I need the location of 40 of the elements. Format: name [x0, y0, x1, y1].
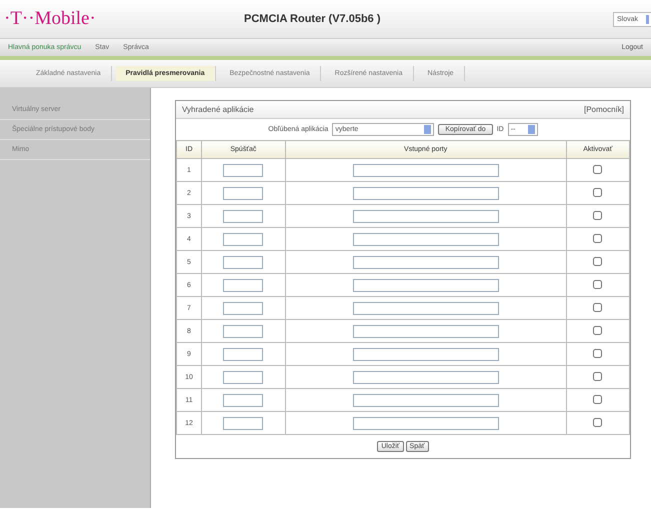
- enable-checkbox[interactable]: [593, 418, 602, 426]
- trigger-input[interactable]: [223, 186, 264, 200]
- enable-checkbox[interactable]: [593, 394, 602, 404]
- enable-checkbox[interactable]: [593, 280, 602, 288]
- ports-input[interactable]: [352, 302, 499, 314]
- trigger-input[interactable]: [223, 302, 264, 314]
- trigger-input[interactable]: [223, 164, 264, 176]
- trigger-input[interactable]: [223, 232, 264, 246]
- trigger-input[interactable]: [223, 256, 264, 268]
- enable-checkbox[interactable]: [593, 302, 602, 312]
- enable-checkbox[interactable]: [593, 234, 602, 242]
- enable-checkbox[interactable]: [593, 326, 602, 334]
- logo: ·T··Mobile·: [4, 8, 97, 30]
- enable-checkbox[interactable]: [593, 188, 602, 196]
- ports-input[interactable]: [352, 370, 499, 384]
- ports-input[interactable]: [352, 394, 499, 406]
- ports-input[interactable]: [352, 278, 499, 292]
- trigger-input[interactable]: [223, 370, 264, 384]
- window-title: PCMCIA Router (V7.05b6 ): [244, 13, 382, 25]
- trigger-input[interactable]: [223, 416, 264, 430]
- ports-input[interactable]: [352, 256, 499, 268]
- ports-input[interactable]: [352, 186, 499, 200]
- ports-input[interactable]: [352, 164, 499, 176]
- help-link[interactable]: [Pomocník]: [584, 105, 624, 114]
- trigger-input[interactable]: [223, 348, 264, 360]
- enable-checkbox[interactable]: [593, 164, 602, 174]
- enable-checkbox[interactable]: [593, 210, 602, 220]
- ports-input[interactable]: [352, 416, 499, 430]
- trigger-input[interactable]: [223, 210, 264, 222]
- panel-title: Vyhradené aplikácie: [182, 105, 254, 114]
- ports-input[interactable]: [352, 348, 499, 360]
- enable-checkbox[interactable]: [593, 348, 602, 358]
- trigger-input[interactable]: [223, 324, 264, 338]
- ports-input[interactable]: [352, 210, 499, 222]
- ports-input[interactable]: [352, 324, 499, 338]
- enable-checkbox[interactable]: [593, 256, 602, 266]
- trigger-input[interactable]: [223, 278, 264, 292]
- enable-checkbox[interactable]: [593, 372, 602, 380]
- trigger-input[interactable]: [223, 394, 264, 406]
- ports-input[interactable]: [352, 232, 499, 246]
